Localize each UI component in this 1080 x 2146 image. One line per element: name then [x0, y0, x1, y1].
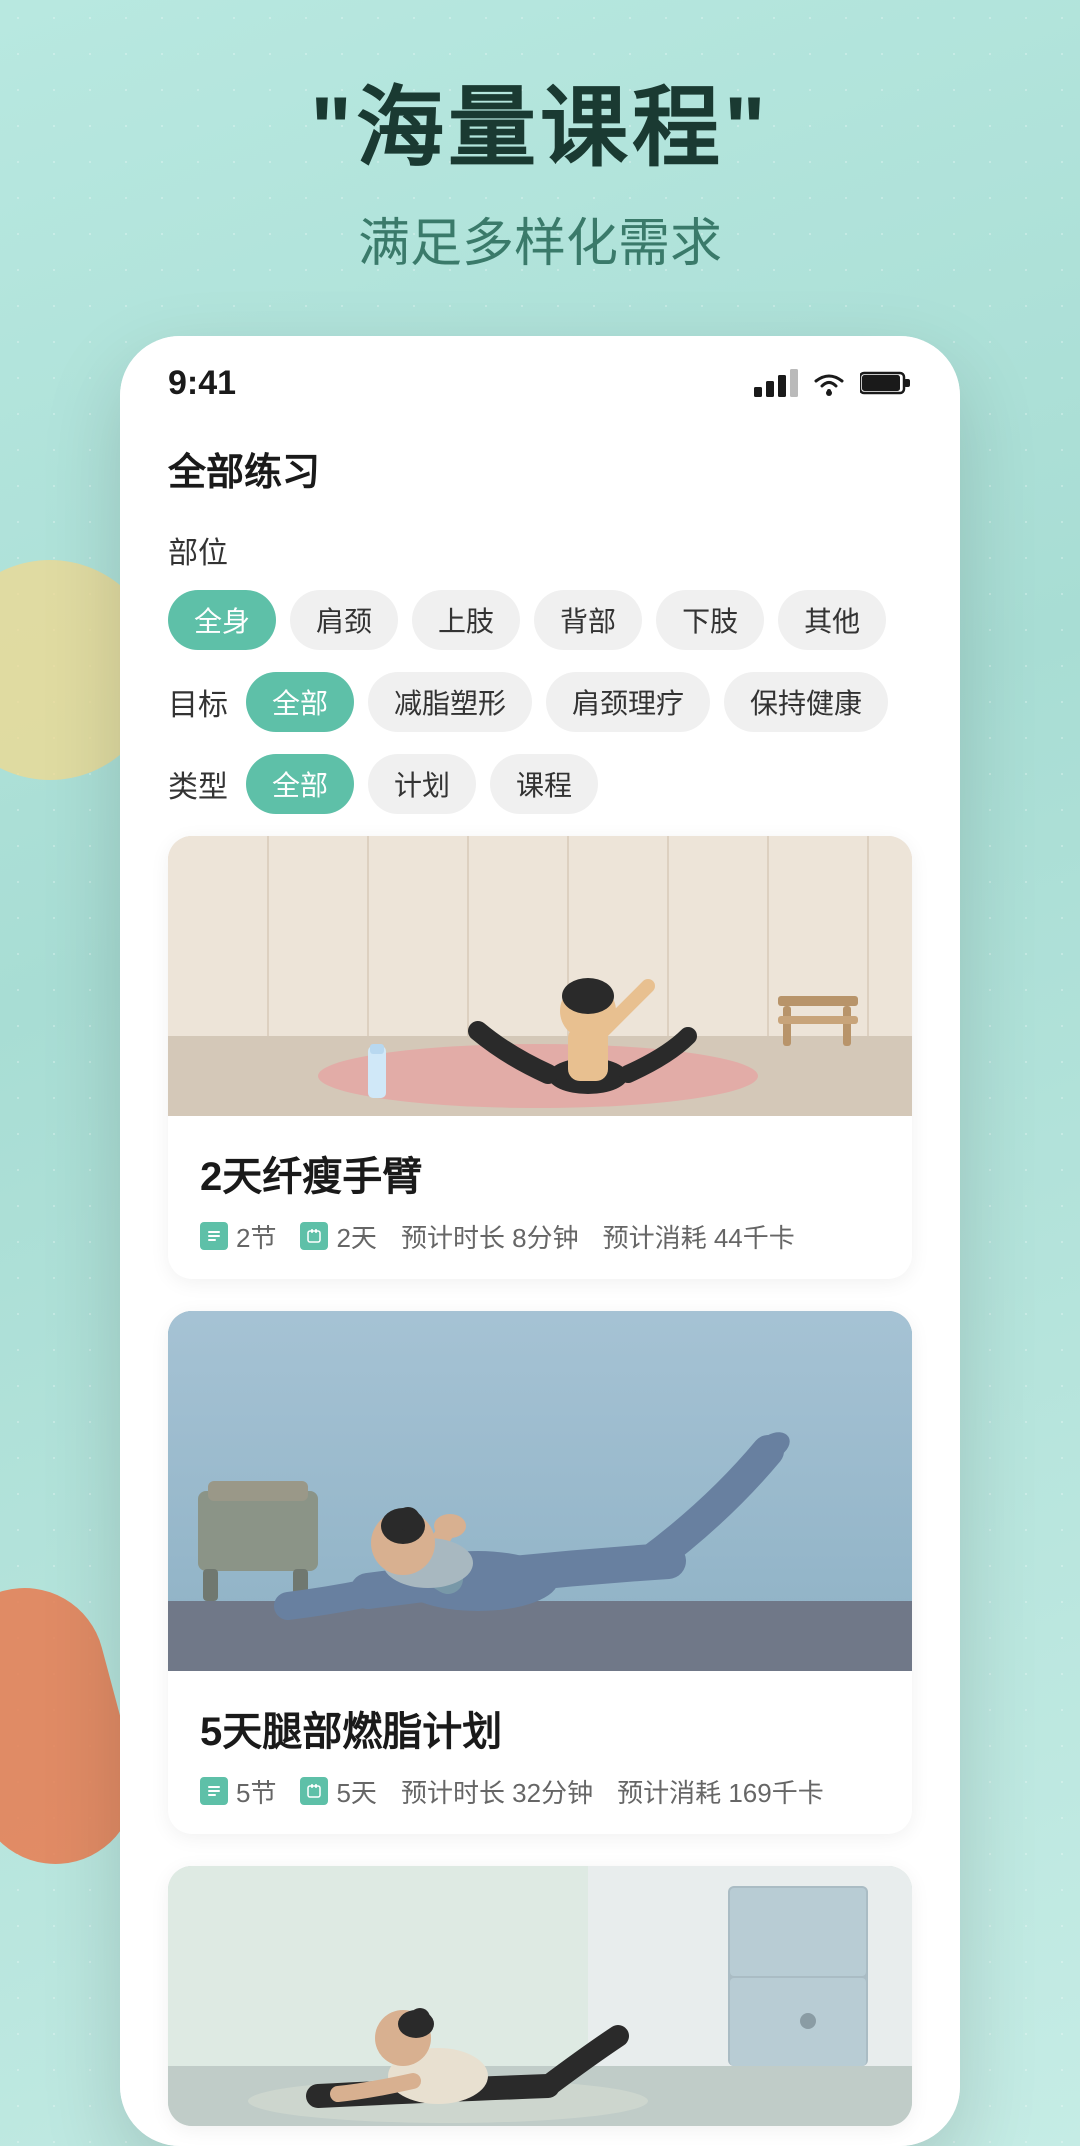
course-card-2[interactable]: 5天腿部燃脂计划 5节: [168, 1311, 912, 1834]
chip-type-quanbu[interactable]: 全部: [246, 754, 354, 814]
hero-subtitle: 满足多样化需求: [358, 201, 722, 276]
filter-row-body-part: 部位 全身 肩颈 上肢 背部 下肢 其他: [168, 528, 912, 650]
course-card-1[interactable]: 2天纤瘦手臂 2节: [168, 836, 912, 1279]
days-text-1: 2天: [336, 1218, 376, 1255]
duration-1: 预计时长 8分钟: [401, 1218, 579, 1255]
calories-1: 预计消耗 44千卡: [603, 1218, 795, 1255]
chip-jihua[interactable]: 计划: [368, 754, 476, 814]
chip-beibu[interactable]: 背部: [534, 590, 642, 650]
filter-chips-body-part: 全身 肩颈 上肢 背部 下肢 其他: [168, 590, 886, 650]
filter-row-goal: 目标 全部 减脂塑形 肩颈理疗 保持健康: [168, 672, 912, 732]
status-time: 9:41: [168, 364, 236, 403]
days-icon-1: [300, 1222, 328, 1250]
chip-jianjingliiao[interactable]: 肩颈理疗: [546, 672, 710, 732]
meta-sections-1: 2节: [200, 1218, 276, 1255]
sections-text-1: 2节: [236, 1218, 276, 1255]
filter-chips-type: 全部 计划 课程: [246, 754, 598, 814]
chip-quanshen[interactable]: 全身: [168, 590, 276, 650]
chip-shangzhi[interactable]: 上肢: [412, 590, 520, 650]
filter-chips-goal: 全部 减脂塑形 肩颈理疗 保持健康: [246, 672, 888, 732]
page-content: "海量课程" 满足多样化需求 9:41: [0, 0, 1080, 2146]
battery-icon: [860, 369, 912, 397]
app-body: 全部练习 部位 全身 肩颈 上肢 背部 下肢 其他 目标 全部 减脂塑形: [120, 411, 960, 2146]
chip-qita[interactable]: 其他: [778, 590, 886, 650]
chip-xiazhi[interactable]: 下肢: [656, 590, 764, 650]
course-title-1: 2天纤瘦手臂: [200, 1144, 880, 1202]
course-card-3[interactable]: [168, 1866, 912, 2126]
chip-jianjing[interactable]: 肩颈: [290, 590, 398, 650]
phone-frame: 9:41: [120, 336, 960, 2146]
status-bar: 9:41: [120, 336, 960, 411]
course-image-2: [168, 1311, 912, 1671]
filter-label-goal: 目标: [168, 680, 228, 724]
course-meta-2: 5节 5天 预计时长 32分钟 预计消耗 169千卡: [200, 1773, 880, 1810]
meta-sections-2: 5节: [200, 1773, 276, 1810]
course-info-2: 5天腿部燃脂计划 5节: [168, 1671, 912, 1834]
course-info-1: 2天纤瘦手臂 2节: [168, 1116, 912, 1279]
course-meta-1: 2节 2天 预计时长 8分钟 预计消耗 44千卡: [200, 1218, 880, 1255]
course-list: 2天纤瘦手臂 2节: [168, 836, 912, 2146]
calories-2: 预计消耗 169千卡: [617, 1773, 824, 1810]
sections-icon-2: [200, 1777, 228, 1805]
sections-text-2: 5节: [236, 1773, 276, 1810]
filter-label-body-part: 部位: [168, 528, 228, 572]
chip-quanbu[interactable]: 全部: [246, 672, 354, 732]
days-icon-2: [300, 1777, 328, 1805]
signal-icon: [754, 369, 798, 397]
chip-kecheng[interactable]: 课程: [490, 754, 598, 814]
chip-jiankang[interactable]: 保持健康: [724, 672, 888, 732]
chip-jianzhi[interactable]: 减脂塑形: [368, 672, 532, 732]
filter-label-type: 类型: [168, 762, 228, 806]
sections-icon-1: [200, 1222, 228, 1250]
days-text-2: 5天: [336, 1773, 376, 1810]
page-title: 全部练习: [168, 441, 912, 496]
status-icons: [754, 369, 912, 397]
course-image-1: [168, 836, 912, 1116]
wifi-icon: [810, 369, 848, 397]
meta-days-2: 5天: [300, 1773, 376, 1810]
meta-days-1: 2天: [300, 1218, 376, 1255]
hero-title: "海量课程": [310, 80, 769, 177]
filter-row-type: 类型 全部 计划 课程: [168, 754, 912, 814]
duration-2: 预计时长 32分钟: [401, 1773, 593, 1810]
course-image-3: [168, 1866, 912, 2126]
course-title-2: 5天腿部燃脂计划: [200, 1699, 880, 1757]
